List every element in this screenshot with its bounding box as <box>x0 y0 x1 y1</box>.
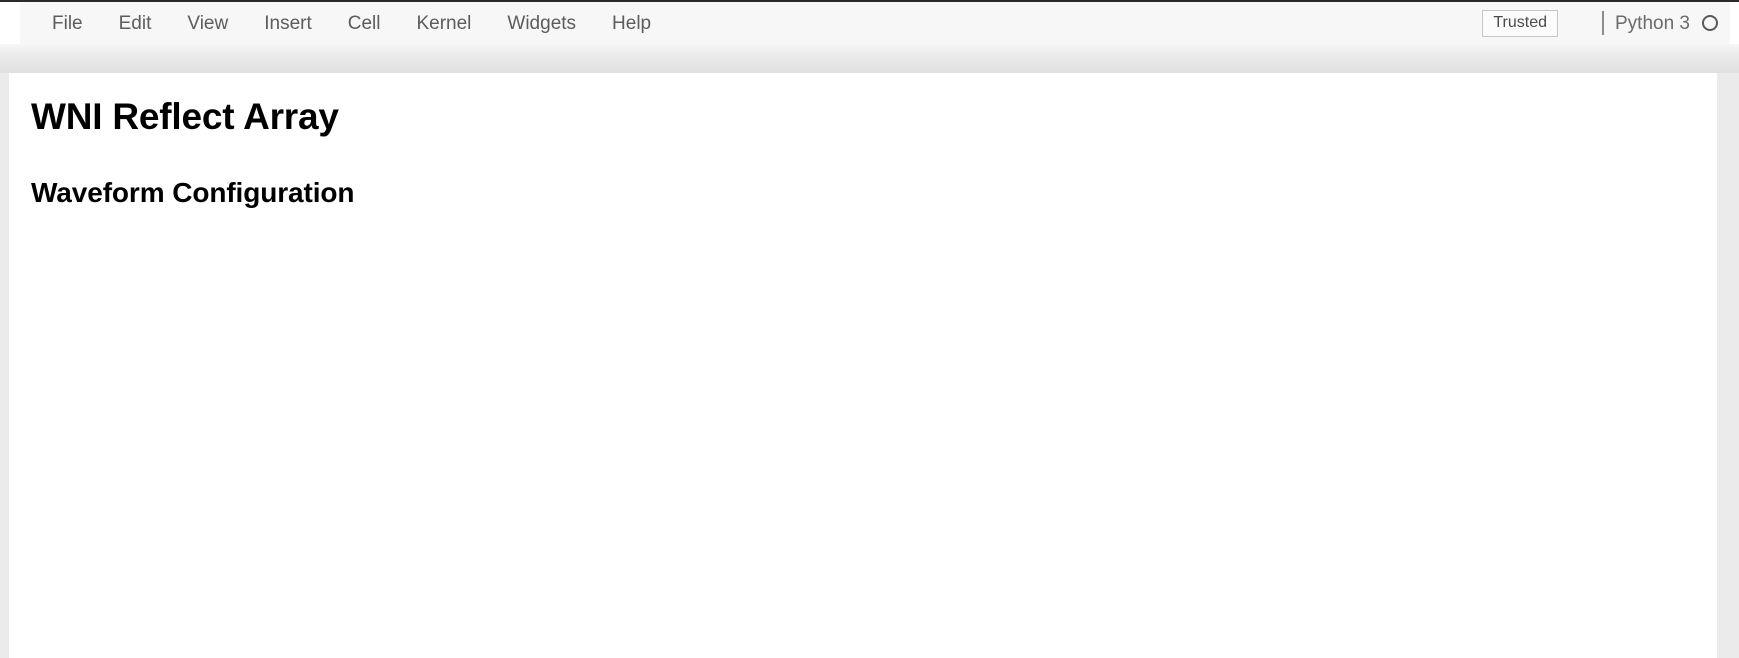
menu-item-kernel[interactable]: Kernel <box>398 10 489 37</box>
menu-item-cell[interactable]: Cell <box>330 10 399 37</box>
trust-status-badge[interactable]: Trusted <box>1482 9 1558 37</box>
menu-item-file[interactable]: File <box>34 10 101 37</box>
notebook-container: WNI Reflect Array Waveform Configuration <box>9 73 1717 658</box>
menu-item-list: File Edit View Insert Cell Kernel Widget… <box>34 10 669 37</box>
menu-item-help[interactable]: Help <box>594 10 669 37</box>
markdown-cell[interactable]: WNI Reflect Array Waveform Configuration <box>9 73 1717 210</box>
section-heading: Waveform Configuration <box>31 177 355 209</box>
menu-bar: File Edit View Insert Cell Kernel Widget… <box>20 2 1730 44</box>
kernel-status-area: Python 3 <box>1602 11 1718 35</box>
menu-item-edit[interactable]: Edit <box>101 10 170 37</box>
circle-idle-icon[interactable] <box>1702 15 1718 31</box>
kernel-name-label: Python 3 <box>1615 12 1690 34</box>
header-shadow-band <box>0 44 1739 73</box>
kernel-separator <box>1602 11 1604 35</box>
menu-item-widgets[interactable]: Widgets <box>489 10 594 37</box>
menu-item-insert[interactable]: Insert <box>246 10 330 37</box>
page-title: WNI Reflect Array <box>31 96 339 137</box>
menu-item-view[interactable]: View <box>169 10 246 37</box>
